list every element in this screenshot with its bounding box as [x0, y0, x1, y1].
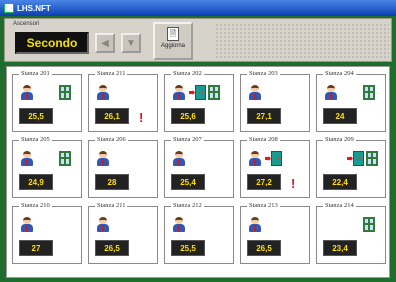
door-icon: [353, 151, 364, 166]
room-card[interactable]: Stanza 212 25,5: [164, 202, 234, 264]
window-title: LHS.NFT: [17, 3, 51, 13]
room-card[interactable]: Stanza 214 23,4: [316, 202, 386, 264]
temperature-display: 22,4: [323, 174, 357, 190]
temperature-display: 23,4: [323, 240, 357, 256]
window-icon: [208, 85, 220, 100]
person-icon: [247, 150, 263, 166]
room-card[interactable]: Stanza 211 26,1!: [88, 70, 158, 132]
chevron-down-icon: ▼: [126, 37, 136, 49]
temperature-display: 25,5: [171, 240, 205, 256]
room-card[interactable]: Stanza 206 28: [88, 136, 158, 198]
room-title: Stanza 214: [323, 202, 356, 209]
room-title: Stanza 208: [247, 136, 280, 143]
temperature-display: 27: [19, 240, 53, 256]
temperature-display: 28: [95, 174, 129, 190]
door-icon: [195, 85, 206, 100]
room-title: Stanza 207: [171, 136, 204, 143]
temperature-display: 26,5: [95, 240, 129, 256]
room-title: Stanza 206: [95, 136, 128, 143]
toolbar-pattern: [215, 23, 389, 59]
rooms-panel: Stanza 201 25,5 Stanza 211 26,1! Stanza 202 2…: [6, 66, 390, 278]
person-icon: [171, 216, 187, 232]
temperature-display: 26,1: [95, 108, 129, 124]
person-icon: [19, 216, 35, 232]
app-window: LHS.NFT Ascensori Secondo ◀ ▼ 🗎 Aggiorna…: [0, 0, 396, 282]
room-title: Stanza 202: [171, 70, 204, 77]
person-icon: [171, 84, 187, 100]
update-button-label: Aggiorna: [160, 43, 186, 49]
alert-icon: !: [291, 176, 296, 191]
chevron-left-icon: ◀: [101, 37, 109, 49]
room-card[interactable]: Stanza 208 27,2!: [240, 136, 310, 198]
mode-display: Secondo: [15, 32, 89, 54]
person-icon: [95, 216, 111, 232]
toolbar: Ascensori Secondo ◀ ▼ 🗎 Aggiorna: [4, 18, 392, 62]
person-icon: [247, 84, 263, 100]
person-icon: [171, 150, 187, 166]
window-icon: [59, 151, 71, 166]
window-icon: [366, 151, 378, 166]
room-card[interactable]: Stanza 209 22,4: [316, 136, 386, 198]
next-button[interactable]: ▼: [121, 33, 141, 53]
temperature-display: 25,6: [171, 108, 205, 124]
room-title: Stanza 209: [323, 136, 356, 143]
room-title: Stanza 203: [247, 70, 280, 77]
window-icon: [363, 217, 375, 232]
room-card[interactable]: Stanza 204 24: [316, 70, 386, 132]
person-icon: [19, 150, 35, 166]
toolbar-label: Ascensori: [13, 21, 40, 27]
person-icon: [247, 216, 263, 232]
room-title: Stanza 204: [323, 70, 356, 77]
temperature-display: 25,5: [19, 108, 53, 124]
room-card[interactable]: Stanza 211 26,5: [88, 202, 158, 264]
person-icon: [95, 150, 111, 166]
temperature-display: 26,5: [247, 240, 281, 256]
room-card[interactable]: Stanza 210 27: [12, 202, 82, 264]
temperature-display: 24,9: [19, 174, 53, 190]
room-card[interactable]: Stanza 207 25,4: [164, 136, 234, 198]
person-icon: [95, 84, 111, 100]
room-title: Stanza 212: [171, 202, 204, 209]
room-title: Stanza 211: [95, 202, 128, 209]
door-icon: [271, 151, 282, 166]
window-icon: [363, 85, 375, 100]
room-title: Stanza 213: [247, 202, 280, 209]
window-icon: [59, 85, 71, 100]
room-card[interactable]: Stanza 203 27,1: [240, 70, 310, 132]
temperature-display: 27,2: [247, 174, 281, 190]
room-card[interactable]: Stanza 201 25,5: [12, 70, 82, 132]
person-icon: [323, 84, 339, 100]
document-icon: 🗎: [167, 27, 179, 41]
room-title: Stanza 201: [19, 70, 52, 77]
title-bar: LHS.NFT: [0, 0, 396, 16]
room-card[interactable]: Stanza 213 26,5: [240, 202, 310, 264]
room-card[interactable]: Stanza 202 25,6: [164, 70, 234, 132]
temperature-display: 24: [323, 108, 357, 124]
room-title: Stanza 205: [19, 136, 52, 143]
update-button[interactable]: 🗎 Aggiorna: [153, 22, 193, 60]
temperature-display: 25,4: [171, 174, 205, 190]
person-icon: [19, 84, 35, 100]
app-icon: [4, 3, 14, 13]
prev-button[interactable]: ◀: [95, 33, 115, 53]
room-card[interactable]: Stanza 205 24,9: [12, 136, 82, 198]
room-title: Stanza 210: [19, 202, 52, 209]
room-title: Stanza 211: [95, 70, 128, 77]
alert-icon: !: [139, 110, 144, 125]
temperature-display: 27,1: [247, 108, 281, 124]
